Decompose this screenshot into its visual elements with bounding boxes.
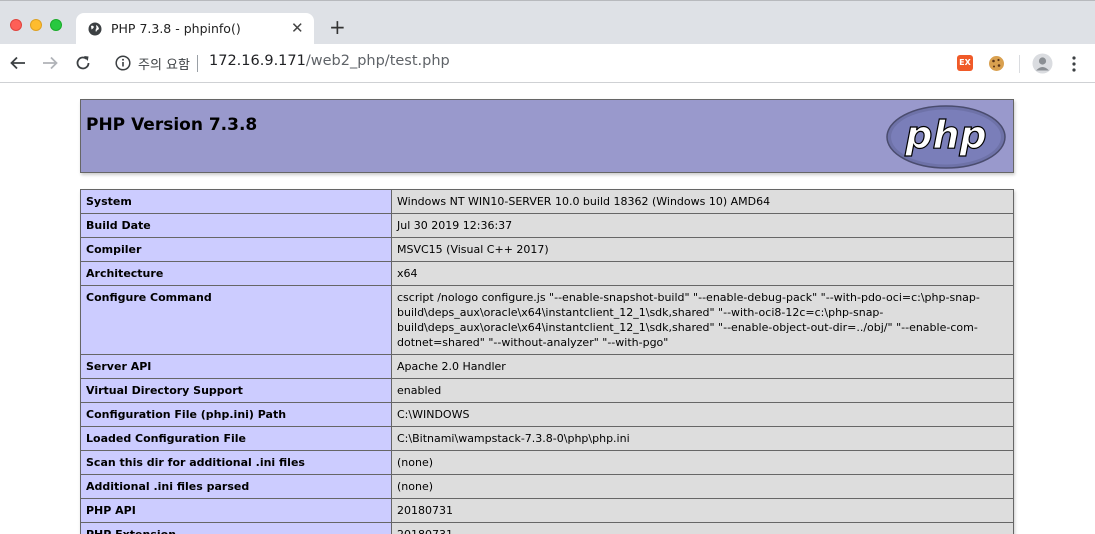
- maximize-window-button[interactable]: [50, 19, 62, 31]
- row-label: Architecture: [80, 261, 392, 286]
- table-row: Compiler MSVC15 (Visual C++ 2017): [80, 237, 1014, 262]
- table-row: Configure Command cscript /nologo configu…: [80, 285, 1014, 355]
- table-row: Configuration File (php.ini) Path C:\WIND…: [80, 402, 1014, 427]
- table-row: Server API Apache 2.0 Handler: [80, 354, 1014, 379]
- row-value: 20180731: [391, 498, 1014, 523]
- table-row: Loaded Configuration File C:\Bitnami\wamp…: [80, 426, 1014, 451]
- row-label: Loaded Configuration File: [80, 426, 392, 451]
- table-row: Architecture x64: [80, 261, 1014, 286]
- phpinfo-table: System Windows NT WIN10-SERVER 10.0 build…: [80, 189, 1014, 534]
- row-value: Apache 2.0 Handler: [391, 354, 1014, 379]
- row-label: Build Date: [80, 213, 392, 238]
- row-value: cscript /nologo configure.js "--enable-s…: [391, 285, 1014, 355]
- tab-title: PHP 7.3.8 - phpinfo(): [111, 21, 241, 36]
- cookie-extension-icon[interactable]: [988, 55, 1005, 72]
- table-row: PHP Extension20180731: [80, 522, 1014, 534]
- row-label: Virtual Directory Support: [80, 378, 392, 403]
- address-divider: [197, 55, 198, 72]
- globe-icon: [88, 22, 102, 36]
- table-row: System Windows NT WIN10-SERVER 10.0 build…: [80, 189, 1014, 214]
- back-arrow-icon[interactable]: [9, 54, 27, 72]
- tab-close-icon[interactable]: ✕: [291, 19, 304, 37]
- extension-ex-icon[interactable]: EX: [957, 55, 973, 71]
- profile-avatar-icon[interactable]: [1032, 53, 1053, 74]
- minimize-window-button[interactable]: [30, 19, 42, 31]
- row-value: Windows NT WIN10-SERVER 10.0 build 18362…: [391, 189, 1014, 214]
- close-window-button[interactable]: [10, 19, 22, 31]
- row-label: Configuration File (php.ini) Path: [80, 402, 392, 427]
- row-label: System: [80, 189, 392, 214]
- row-value: MSVC15 (Visual C++ 2017): [391, 237, 1014, 262]
- row-value: C:\WINDOWS: [391, 402, 1014, 427]
- page-content: PHP Version 7.3.8 php System Windows NT W…: [0, 83, 1095, 534]
- new-tab-button[interactable]: +: [329, 17, 346, 37]
- url-text[interactable]: 172.16.9.171/web2_php/test.php: [209, 53, 450, 69]
- row-value: (none): [391, 450, 1014, 475]
- table-row: Additional .ini files parsed (none): [80, 474, 1014, 499]
- php-logo: php: [886, 105, 1006, 169]
- tab-bar: PHP 7.3.8 - phpinfo() ✕ +: [0, 0, 1095, 45]
- table-row: Virtual Directory Support enabled: [80, 378, 1014, 403]
- row-label: Server API: [80, 354, 392, 379]
- php-logo-text: php: [904, 113, 986, 157]
- toolbar-divider: [1019, 55, 1020, 73]
- url-host: 172.16.9.171: [209, 53, 306, 69]
- info-icon[interactable]: [115, 55, 131, 71]
- forward-arrow-icon[interactable]: [41, 54, 59, 72]
- row-value: x64: [391, 261, 1014, 286]
- page-title: PHP Version 7.3.8: [86, 115, 258, 135]
- php-version-banner: PHP Version 7.3.8 php: [80, 99, 1014, 173]
- table-row: PHP API 20180731: [80, 498, 1014, 523]
- security-warning-label[interactable]: 주의 요함: [138, 54, 190, 73]
- row-value: Jul 30 2019 12:36:37: [391, 213, 1014, 238]
- browser-tab[interactable]: PHP 7.3.8 - phpinfo() ✕: [76, 13, 314, 45]
- table-row: Scan this dir for additional .ini files(…: [80, 450, 1014, 475]
- row-label: Additional .ini files parsed: [80, 474, 392, 499]
- url-path: /web2_php/test.php: [305, 53, 450, 69]
- row-label: Scan this dir for additional .ini files: [80, 450, 392, 475]
- row-label: PHP Extension: [80, 522, 392, 534]
- menu-kebab-icon[interactable]: [1071, 55, 1077, 73]
- row-value: enabled: [391, 378, 1014, 403]
- row-label: PHP API: [80, 498, 392, 523]
- address-bar[interactable]: 주의 요함 172.16.9.171/web2_php/test.php: [104, 48, 946, 78]
- browser-toolbar: 주의 요함 172.16.9.171/web2_php/test.php G 文: [0, 44, 1095, 116]
- reload-icon[interactable]: [74, 54, 92, 72]
- row-value: C:\Bitnami\wampstack-7.3.8-0\php\php.ini: [391, 426, 1014, 451]
- row-label: Configure Command: [80, 285, 392, 355]
- row-value: (none): [391, 474, 1014, 499]
- table-row: Build Date Jul 30 2019 12:36:37: [80, 213, 1014, 238]
- row-label: Compiler: [80, 237, 392, 262]
- row-value: 20180731: [391, 522, 1014, 534]
